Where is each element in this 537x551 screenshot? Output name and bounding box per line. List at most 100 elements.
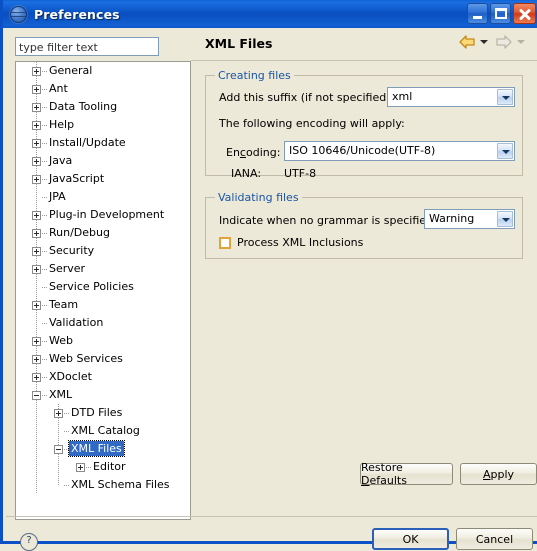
tree-item-javascript[interactable]: JavaScript <box>16 170 190 188</box>
tree-item-label: XML Catalog <box>71 424 140 437</box>
expand-icon[interactable] <box>32 229 41 238</box>
tree-item-help[interactable]: Help <box>16 116 190 134</box>
tree-connector <box>64 485 69 486</box>
tree-item-service-policies[interactable]: Service Policies <box>16 278 190 296</box>
filter-input[interactable] <box>15 37 159 56</box>
tree-connector <box>64 413 69 414</box>
tree-item-label: Java <box>49 154 73 167</box>
tree-item-label-selected: XML Files <box>68 440 125 457</box>
tree-connector <box>42 359 47 360</box>
back-dropdown-icon[interactable] <box>480 40 488 44</box>
maximize-button[interactable] <box>490 3 511 24</box>
expand-icon[interactable] <box>32 175 41 184</box>
collapse-icon[interactable] <box>32 391 41 400</box>
tree-item-label: XML <box>49 388 73 401</box>
footer-divider <box>6 516 537 517</box>
expand-icon[interactable] <box>54 409 63 418</box>
tree-item-web[interactable]: Web <box>16 332 190 350</box>
suffix-combo[interactable]: xml <box>387 87 515 107</box>
tree-item-validation[interactable]: Validation <box>16 314 190 332</box>
expand-icon[interactable] <box>32 373 41 382</box>
tree-item-label: Data Tooling <box>49 100 118 113</box>
title-bar-left: Preferences <box>3 5 120 23</box>
process-xml-inclusions-checkbox[interactable] <box>219 237 231 249</box>
iana-value: UTF-8 <box>284 167 317 180</box>
window-title: Preferences <box>34 6 120 22</box>
expand-icon[interactable] <box>32 337 41 346</box>
encoding-dropdown-icon[interactable] <box>497 143 513 159</box>
back-arrow-icon[interactable] <box>458 34 476 50</box>
expand-icon[interactable] <box>32 67 41 76</box>
cancel-button[interactable]: Cancel <box>456 528 533 550</box>
restore-defaults-button[interactable]: Restore Defaults <box>360 461 453 487</box>
expand-icon[interactable] <box>32 247 41 256</box>
title-bar[interactable]: Preferences <box>3 0 537 28</box>
expand-icon[interactable] <box>32 157 41 166</box>
minimize-button[interactable] <box>467 3 488 24</box>
expand-icon[interactable] <box>32 139 41 148</box>
forward-dropdown-icon <box>517 40 525 44</box>
tree-item-label: Service Policies <box>49 280 134 293</box>
tree-item-dtd-files[interactable]: DTD Files <box>16 404 190 422</box>
creating-files-group: Creating files Add this suffix (if not s… <box>205 69 523 180</box>
tree-item-label: Security <box>49 244 95 257</box>
tree-item-server[interactable]: Server <box>16 260 190 278</box>
expand-icon[interactable] <box>32 121 41 130</box>
expand-icon[interactable] <box>32 85 41 94</box>
page-header: XML Files <box>191 28 537 60</box>
encoding-combo[interactable]: ISO 10646/Unicode(UTF-8) <box>284 141 515 161</box>
tree-connector <box>42 305 47 306</box>
validating-files-group: Validating files Indicate when no gramma… <box>205 191 523 259</box>
tree-item-label: JavaScript <box>49 172 105 185</box>
question-mark-icon[interactable]: ? <box>20 533 38 551</box>
expand-icon[interactable] <box>32 265 41 274</box>
tree-item-java[interactable]: Java <box>16 152 190 170</box>
grammar-combo[interactable]: Warning <box>424 209 515 229</box>
tree-connector <box>42 89 47 90</box>
tree-item-xml-files[interactable]: XML Files <box>16 440 190 458</box>
collapse-icon[interactable] <box>54 445 63 454</box>
tree-item-xml-catalog[interactable]: XML Catalog <box>16 422 190 440</box>
tree-item-general[interactable]: General <box>16 62 190 80</box>
tree-connector <box>86 467 91 468</box>
expand-icon[interactable] <box>76 463 85 472</box>
tree-item-plug-in-development[interactable]: Plug-in Development <box>16 206 190 224</box>
grammar-label: Indicate when no grammar is specified: <box>219 214 437 227</box>
tree-item-label: Editor <box>93 460 126 473</box>
tree-item-label: General <box>49 64 93 77</box>
iana-label: IANA: <box>231 167 262 180</box>
expand-icon[interactable] <box>32 355 41 364</box>
tree-connector <box>42 71 47 72</box>
preferences-tree[interactable]: General Ant Data Tooling Help Install/Update… <box>15 61 191 520</box>
validating-files-legend: Validating files <box>215 191 302 204</box>
tree-item-jpa[interactable]: JPA <box>16 188 190 206</box>
ok-button[interactable]: OK <box>372 528 449 550</box>
tree-item-team[interactable]: Team <box>16 296 190 314</box>
preferences-dialog: Preferences General Ant Data Tooling Help In… <box>0 0 537 551</box>
tree-item-xdoclet[interactable]: XDoclet <box>16 368 190 386</box>
grammar-dropdown-icon[interactable] <box>497 211 513 227</box>
tree-connector <box>42 395 47 396</box>
tree-item-run-debug[interactable]: Run/Debug <box>16 224 190 242</box>
encoding-note: The following encoding will apply: <box>219 117 405 130</box>
tree-item-editor[interactable]: Editor <box>16 458 190 476</box>
tree-item-security[interactable]: Security <box>16 242 190 260</box>
tree-item-data-tooling[interactable]: Data Tooling <box>16 98 190 116</box>
tree-item-label: Web <box>49 334 73 347</box>
tree-connector <box>42 197 47 198</box>
tree-item-xml[interactable]: XML <box>16 386 190 404</box>
apply-label: Apply <box>482 467 515 481</box>
apply-button[interactable]: Apply <box>460 463 537 485</box>
expand-icon[interactable] <box>32 211 41 220</box>
expand-icon[interactable] <box>32 103 41 112</box>
suffix-label: Add this suffix (if not specified): <box>219 91 395 104</box>
tree-item-web-services[interactable]: Web Services <box>16 350 190 368</box>
tree-item-ant[interactable]: Ant <box>16 80 190 98</box>
tree-item-label: Install/Update <box>49 136 126 149</box>
suffix-dropdown-icon[interactable] <box>497 89 513 105</box>
expand-icon[interactable] <box>32 301 41 310</box>
close-button[interactable] <box>513 3 536 24</box>
tree-item-xml-schema-files[interactable]: XML Schema Files <box>16 476 190 494</box>
tree-item-install-update[interactable]: Install/Update <box>16 134 190 152</box>
maximize-icon <box>495 8 507 19</box>
